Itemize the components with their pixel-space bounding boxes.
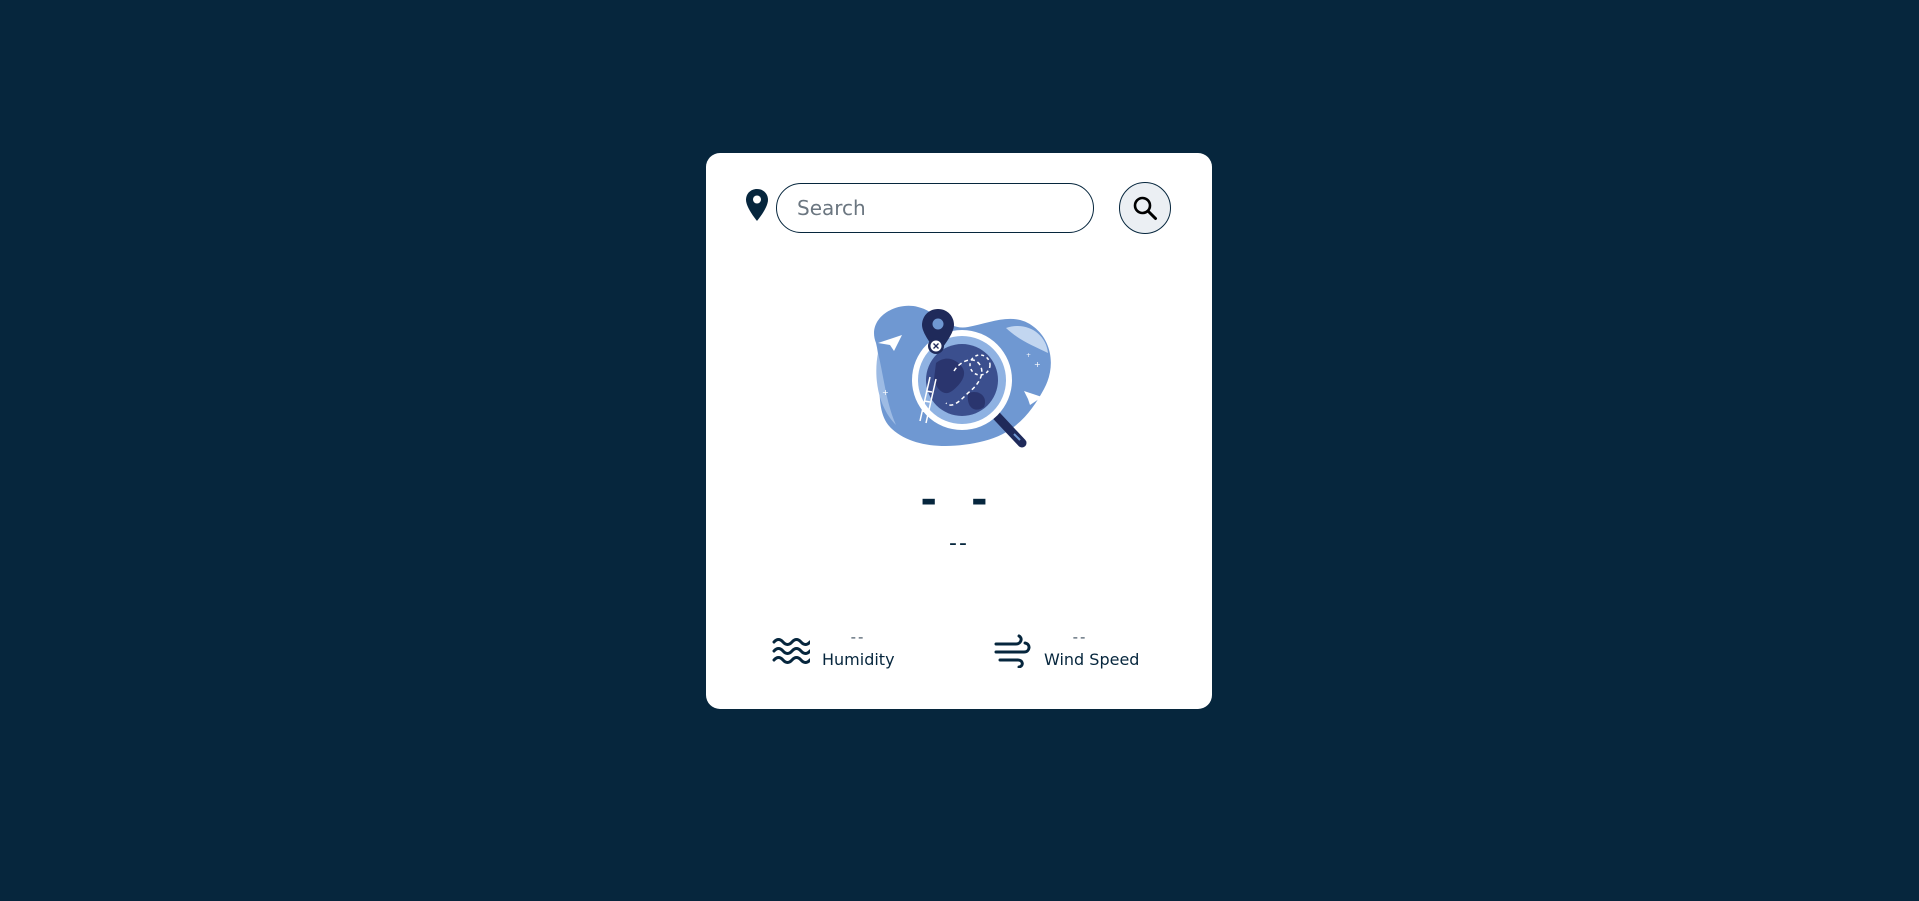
search-icon	[1133, 196, 1157, 220]
wind-speed-value: --	[1072, 628, 1088, 646]
water-waves-icon	[772, 638, 810, 664]
svg-text:+: +	[1026, 352, 1031, 359]
humidity-label: Humidity	[822, 650, 895, 669]
humidity-detail: -- Humidity	[772, 628, 932, 678]
search-button[interactable]	[1119, 182, 1171, 234]
map-pin-icon	[746, 189, 768, 221]
wind-speed-label: Wind Speed	[1044, 650, 1140, 669]
location-not-found-illustration: + + +	[874, 305, 1051, 448]
weather-card: + + + - - -- --	[706, 153, 1212, 709]
svg-text:+: +	[1034, 360, 1041, 369]
weather-description: --	[949, 531, 969, 556]
svg-text:+: +	[882, 388, 889, 397]
wind-icon	[994, 634, 1031, 668]
temperature-value: - -	[920, 477, 998, 523]
humidity-value: --	[850, 628, 866, 646]
search-input[interactable]	[776, 183, 1094, 233]
wind-speed-detail: -- Wind Speed	[994, 628, 1174, 678]
